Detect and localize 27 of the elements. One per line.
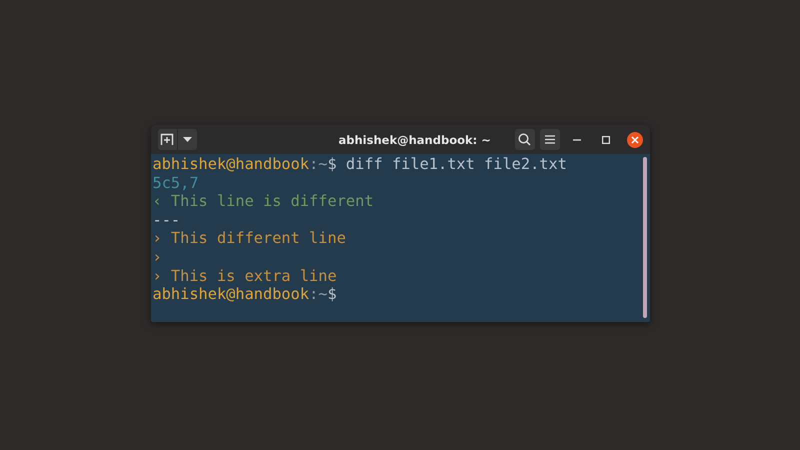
new-tab-button[interactable]	[158, 129, 176, 150]
search-icon	[518, 133, 531, 146]
output-line: ---	[152, 210, 180, 229]
output-line: › This is extra line	[152, 266, 337, 285]
output-line: 5c5,7	[152, 174, 199, 192]
output-line: ‹ This line is different	[152, 192, 374, 210]
scrollbar[interactable]	[642, 157, 646, 318]
command-text: diff file1.txt file2.txt	[344, 155, 567, 173]
window-title: abhishek@handbook: ~	[338, 132, 491, 146]
close-button[interactable]	[626, 132, 642, 148]
menu-icon	[544, 135, 554, 144]
minimize-icon	[572, 138, 580, 140]
output-line: ›	[152, 248, 162, 266]
prompt-symbol: $	[327, 155, 337, 173]
maximize-icon	[602, 136, 610, 144]
prompt-user: abhishek@handbook	[152, 155, 310, 173]
prompt-path: :~	[309, 285, 328, 304]
caret-icon	[182, 137, 192, 142]
prompt-user: abhishek@handbook	[152, 285, 310, 304]
new-tab-icon	[160, 133, 174, 146]
dropdown-button[interactable]	[178, 129, 196, 150]
search-button[interactable]	[514, 129, 534, 150]
menu-button[interactable]	[540, 129, 560, 150]
prompt-path: :~	[309, 155, 328, 173]
prompt-symbol: $	[327, 285, 337, 304]
close-icon	[630, 136, 638, 144]
output-line: › This different line	[152, 229, 346, 248]
